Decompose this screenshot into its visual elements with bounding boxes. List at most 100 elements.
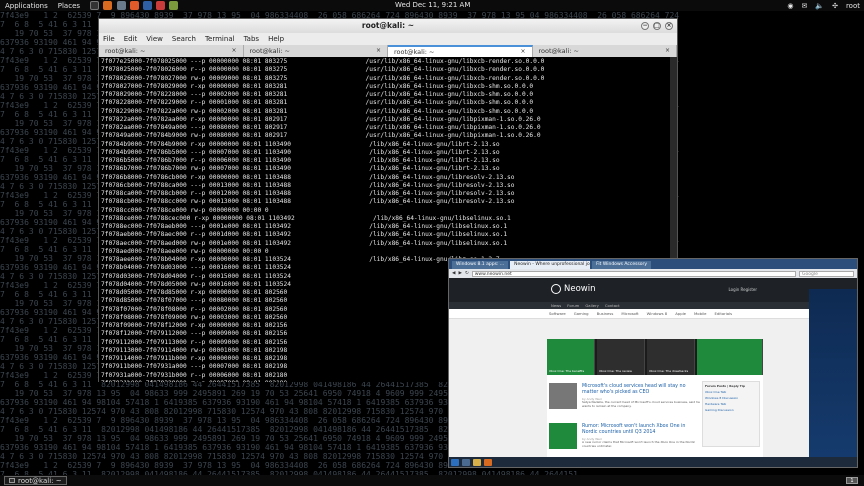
terminal-line: 7f07822a000-7f0782aa000 r-xp 00000000 08…	[101, 115, 541, 123]
sidebar-item[interactable]: Hardware Talk	[705, 402, 757, 406]
site-subnav: Software Gaming Business Microsoft Windows 8…	[449, 309, 857, 319]
menu-file[interactable]: File	[103, 35, 115, 43]
back-icon[interactable]: ◀	[452, 271, 455, 276]
article-thumbnail[interactable]	[549, 423, 577, 449]
site-subnav-item[interactable]: Apple	[675, 311, 686, 316]
sidebar-title: Forum Posts | Reply Tip	[705, 384, 745, 388]
hero-tile[interactable]: Xbox One: The review	[597, 339, 645, 375]
browser-launcher-icon[interactable]	[103, 1, 113, 10]
explorer-taskbar-icon[interactable]	[473, 458, 481, 466]
terminal-line: 7f0784b9000-7f0786b5000 ---p 00007000 08…	[101, 148, 500, 156]
minimize-button[interactable]: −	[641, 22, 649, 30]
terminal-line: 7f07849a000-7f0784b9000 rw-p 00080000 08…	[101, 132, 541, 140]
browser-tabbar: Windows 8.1 apps: ... Neowin - Where unpr…	[449, 259, 857, 269]
hero-carousel[interactable]: Xbox One: The benefits Xbox One: The revi…	[547, 339, 763, 375]
terminal-small-icon	[9, 478, 15, 483]
terminal-line: 7f0782aa000-7f07849a000 ---p 00080000 08…	[101, 124, 541, 131]
tab-close-icon[interactable]: ×	[231, 45, 236, 57]
network-icon[interactable]: ◉	[787, 2, 793, 10]
reload-icon[interactable]: ↻	[465, 271, 469, 276]
tab-close-icon[interactable]: ×	[520, 47, 525, 57]
terminal-tab[interactable]: root@kali: ~ ×	[388, 45, 533, 57]
site-subnav-item[interactable]: Business	[597, 311, 614, 316]
workspace-switcher[interactable]: 1	[846, 477, 858, 484]
menu-help[interactable]: Help	[268, 35, 284, 43]
article-item[interactable]: Rumor: Microsoft won't launch Xbox One i…	[549, 421, 699, 457]
site-subnav-item[interactable]: Software	[549, 311, 566, 316]
menu-edit[interactable]: Edit	[124, 35, 138, 43]
places-menu[interactable]: Places	[53, 2, 85, 10]
article-thumbnail[interactable]	[549, 383, 577, 409]
site-nav-item[interactable]: Contact	[605, 303, 620, 308]
search-input[interactable]: Google	[799, 270, 854, 277]
sidebar-item[interactable]: Windows 8 Discussion	[705, 396, 757, 400]
site-content: Xbox One: The benefits Xbox One: The revi…	[547, 339, 763, 461]
leafpad-launcher-icon[interactable]	[169, 1, 179, 10]
chat-icon[interactable]: ✉	[801, 2, 807, 10]
burpsuite-launcher-icon[interactable]	[129, 1, 139, 10]
close-button[interactable]: ×	[665, 22, 673, 30]
sidebar-items: Xbox One Talk Windows 8 Discussion Hardwar…	[705, 390, 757, 412]
user-menu[interactable]: root	[846, 2, 860, 10]
hero-tile[interactable]	[697, 339, 763, 375]
article-title[interactable]: Rumor: Microsoft won't launch Xbox One i…	[582, 424, 700, 435]
site-nav-item[interactable]: Gallery	[585, 303, 599, 308]
site-logo[interactable]: Neowin	[551, 284, 596, 294]
site-subnav-item[interactable]: Windows 8	[647, 311, 668, 316]
bluetooth-icon[interactable]: ✣	[832, 2, 838, 10]
volume-icon[interactable]: 🔈	[815, 2, 824, 10]
login-links[interactable]: Login Register	[728, 287, 757, 292]
site-subnav-item[interactable]: Editorials	[714, 311, 732, 316]
menu-view[interactable]: View	[146, 35, 163, 43]
browser-tab[interactable]: Windows 8.1 apps: ...	[452, 261, 509, 269]
site-nav-item[interactable]: Forum	[567, 303, 579, 308]
firefox-taskbar-icon[interactable]	[484, 458, 492, 466]
article-title[interactable]: Microsoft's cloud services head will sta…	[582, 384, 700, 395]
terminal-tab[interactable]: root@kali: ~ ×	[99, 45, 244, 57]
terminal-line: 7f078029000-7f078228000 ---p 00002000 08…	[101, 91, 534, 98]
terminal-line: 7f078026000-7f078027000 rw-p 00009000 08…	[101, 74, 545, 82]
forward-icon[interactable]: ▶	[458, 271, 461, 276]
tool-launcher-icon[interactable]	[116, 1, 126, 10]
browser-window[interactable]: Windows 8.1 apps: ... Neowin - Where unpr…	[448, 258, 858, 468]
taskbar-terminal-button[interactable]: root@kali: ~	[4, 476, 67, 485]
terminal-tab[interactable]: root@kali: ~ ×	[244, 45, 388, 57]
terminal-line: 7f0786b8000-7f0786cb000 r-xp 00000000 08…	[101, 173, 515, 181]
applications-menu[interactable]: Applications	[0, 2, 53, 10]
tab-label: root@kali: ~	[105, 47, 146, 55]
site-subnav-item[interactable]: Gaming	[574, 311, 589, 316]
terminal-line: 7f078027000-7f078029000 r-xp 00000000 08…	[101, 82, 534, 90]
menu-search[interactable]: Search	[172, 35, 196, 43]
tab-close-icon[interactable]: ×	[376, 45, 381, 57]
menu-terminal[interactable]: Terminal	[205, 35, 235, 43]
browser-tab[interactable]: Fit Windows Accessory	[592, 261, 652, 269]
site-name: Neowin	[564, 284, 596, 294]
terminal-line: 7f0786b7000-7f0786b7000 rw-p 00007000 08…	[101, 165, 500, 173]
start-button-icon[interactable]	[451, 458, 459, 466]
site-subnav-item[interactable]: Mobile	[694, 311, 706, 316]
metasploit-launcher-icon[interactable]	[142, 1, 152, 10]
url-bar[interactable]: www.neowin.net	[471, 270, 796, 277]
terminal-line: 7f0788cb000-7f0788cc000 rw-p 00013000 08…	[101, 198, 515, 206]
terminal-line: 7f078228000-7f078229000 r--p 00001000 08…	[101, 99, 534, 107]
tab-close-icon[interactable]: ×	[665, 45, 670, 57]
site-nav-item[interactable]: News	[551, 303, 561, 308]
hero-caption: Xbox One: The review	[599, 369, 632, 373]
taskbar-terminal-label: root@kali: ~	[18, 476, 62, 485]
ie-taskbar-icon[interactable]	[462, 458, 470, 466]
menu-tabs[interactable]: Tabs	[244, 35, 260, 43]
clock[interactable]: Wed Dec 11, 9:21 AM	[395, 1, 470, 9]
maximize-button[interactable]: □	[653, 22, 661, 30]
hero-tile[interactable]: Xbox One: The benefits	[547, 339, 595, 375]
terminal-titlebar[interactable]: root@kali: ~ − □ ×	[99, 19, 677, 33]
armitage-launcher-icon[interactable]	[156, 1, 166, 10]
sidebar-item[interactable]: Gaming Discussion	[705, 408, 757, 412]
article-text: Satya Nadella, the current head of Micro…	[582, 400, 700, 408]
hero-tile[interactable]: Xbox One: The drawbacks	[647, 339, 695, 375]
terminal-launcher-icon[interactable]	[90, 1, 100, 10]
browser-tab[interactable]: Neowin - Where unprofessional journ...	[510, 261, 591, 269]
sidebar-item[interactable]: Xbox One Talk	[705, 390, 757, 394]
article-item[interactable]: Microsoft's cloud services head will sta…	[549, 381, 700, 417]
terminal-tab[interactable]: root@kali: ~ ×	[533, 45, 677, 57]
site-subnav-item[interactable]: Microsoft	[621, 311, 638, 316]
